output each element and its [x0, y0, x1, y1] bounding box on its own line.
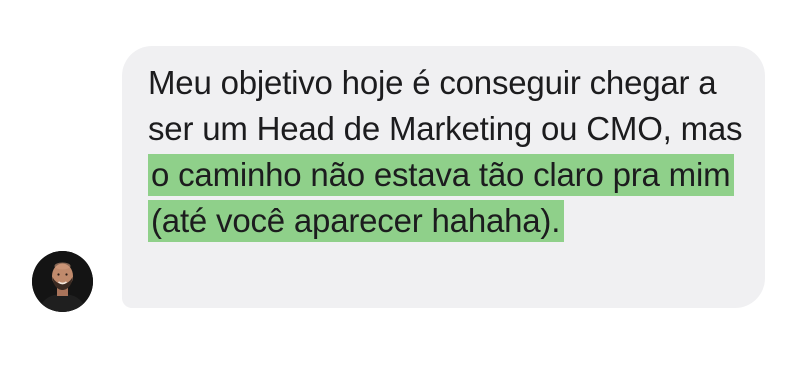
message-text-plain: Meu objetivo hoje é conseguir chegar a s…: [148, 64, 743, 147]
person-avatar-icon: [32, 251, 93, 312]
message-text-highlight: o caminho não estava tão claro pra mim (…: [148, 154, 735, 242]
message-text: Meu objetivo hoje é conseguir chegar a s…: [148, 60, 748, 244]
avatar[interactable]: [32, 251, 93, 312]
chat-screen: Meu objetivo hoje é conseguir chegar a s…: [0, 0, 800, 377]
